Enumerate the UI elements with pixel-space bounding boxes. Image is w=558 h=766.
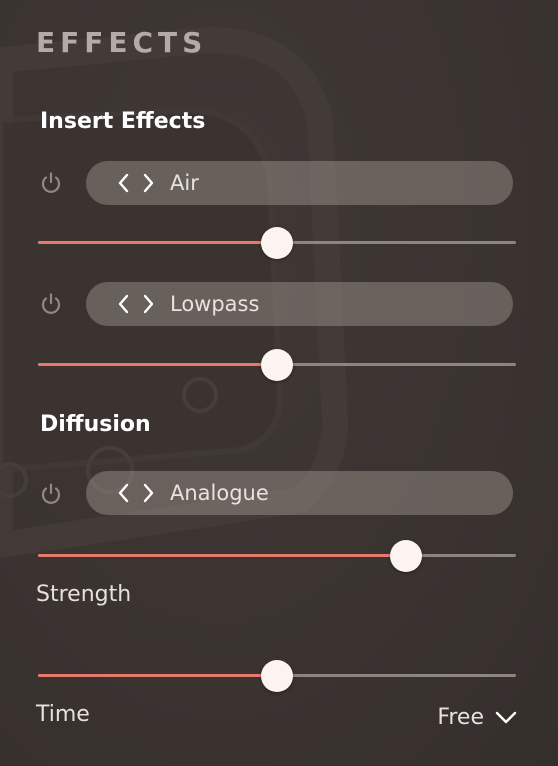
strength-slider[interactable] xyxy=(38,658,516,694)
strength-label: Strength xyxy=(36,582,132,607)
effect-amount-slider-air[interactable] xyxy=(38,225,516,261)
slider-thumb[interactable] xyxy=(261,227,293,259)
panel-title: EFFECTS xyxy=(36,26,208,59)
slider-thumb[interactable] xyxy=(261,349,293,381)
chevron-right-icon[interactable] xyxy=(140,292,156,316)
effect-selector-lowpass[interactable]: Lowpass xyxy=(86,282,513,326)
chevron-right-icon[interactable] xyxy=(140,481,156,505)
power-icon[interactable] xyxy=(38,170,64,196)
chevron-left-icon[interactable] xyxy=(116,481,132,505)
effects-panel: EFFECTS Insert Effects Air Lowpass Diffu… xyxy=(0,0,558,766)
effect-name: Lowpass xyxy=(170,292,260,316)
effect-selector-analogue[interactable]: Analogue xyxy=(86,471,513,515)
diffusion-heading: Diffusion xyxy=(40,412,151,437)
effect-name: Air xyxy=(170,171,199,195)
chevron-left-icon[interactable] xyxy=(116,171,132,195)
slider-fill xyxy=(38,241,277,244)
effect-amount-slider-lowpass[interactable] xyxy=(38,347,516,383)
time-mode-dropdown[interactable]: Free xyxy=(437,702,518,732)
effect-selector-air[interactable]: Air xyxy=(86,161,513,205)
time-mode-value: Free xyxy=(437,704,484,730)
effect-nav-arrows xyxy=(116,481,158,505)
slider-fill xyxy=(38,674,277,677)
power-icon[interactable] xyxy=(38,481,64,507)
slider-thumb[interactable] xyxy=(390,540,423,572)
slider-fill xyxy=(38,363,277,366)
chevron-left-icon[interactable] xyxy=(116,292,132,316)
insert-effects-heading: Insert Effects xyxy=(40,109,206,134)
time-label: Time xyxy=(36,702,90,727)
slider-thumb[interactable] xyxy=(261,660,293,692)
effect-name: Analogue xyxy=(170,481,269,505)
slider-fill xyxy=(38,554,407,557)
power-icon[interactable] xyxy=(38,291,64,317)
chevron-down-icon xyxy=(495,711,517,724)
chevron-right-icon[interactable] xyxy=(140,171,156,195)
effect-nav-arrows xyxy=(116,292,158,316)
diffusion-amount-slider[interactable] xyxy=(38,538,516,574)
effect-nav-arrows xyxy=(116,171,158,195)
